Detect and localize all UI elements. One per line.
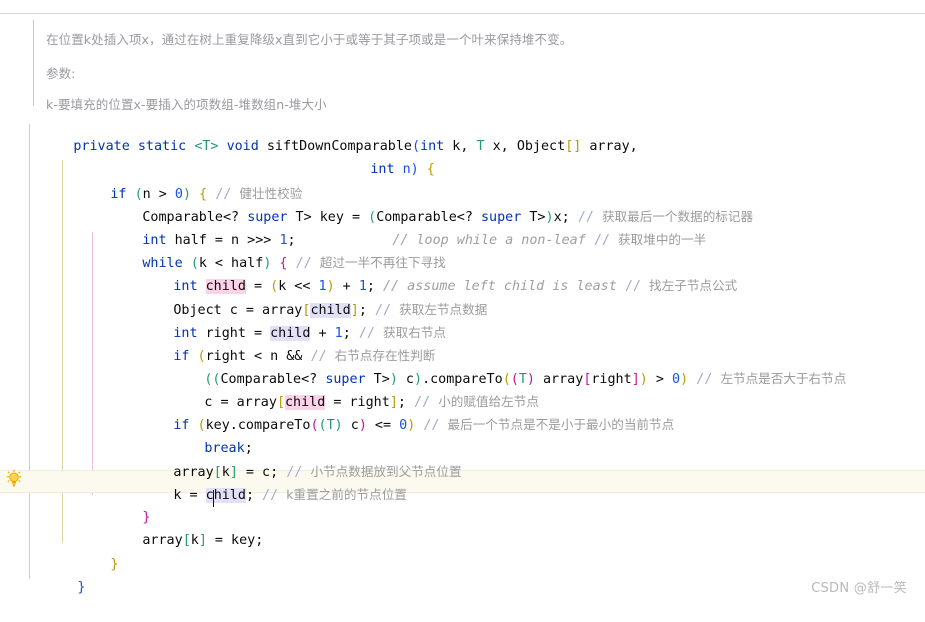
code-line-15: array[k] = c; // 小节点数据放到父节点位置 — [0, 437, 925, 480]
code-line-17: } — [0, 483, 925, 525]
code-line-10: if (right < n && // 右节点存在性判断 — [0, 321, 925, 364]
code-line-9: int right = child + 1; // 获取右节点 — [0, 298, 925, 341]
closing-brace-method: } — [77, 579, 86, 595]
code-line-6: while (k < half) { // 超过一半不再往下寻找 — [0, 228, 925, 271]
javadoc-params-list: k-要填充的位置x-要插入的项数组-堆数组n-堆大小 — [46, 97, 327, 112]
code-line-8: Object c = array[child]; // 获取左节点数据 — [0, 274, 925, 318]
code-line-19: } — [0, 529, 925, 572]
editor-window: 在位置k处插入项x，通过在树上重复降级x直到它小于或等于其子项或是一个叶来保持堆… — [0, 0, 925, 607]
code-line-2: int n) { — [0, 135, 925, 177]
code-line-3: if (n > 0) { // 健壮性校验 — [0, 158, 925, 202]
editor-top-divider — [0, 13, 925, 14]
code-line-4: Comparable<? super T> key = (Comparable<… — [0, 182, 925, 225]
code-line-18: array[k] = key; — [0, 506, 925, 548]
editor-top-strip — [0, 0, 925, 13]
code-line-12: c = array[child = right]; // 小的赋值给左节点 — [0, 367, 925, 411]
javadoc-quote-bar — [33, 20, 34, 106]
code-area[interactable]: private static <T> void siftDownComparab… — [0, 112, 925, 595]
code-line-13: if (key.compareTo((T) c) <= 0) // 最后一个节点… — [0, 390, 925, 433]
javadoc-params-heading: 参数: — [46, 66, 76, 81]
watermark: CSDN @舒一笑 — [811, 581, 907, 596]
code-line-11: ((Comparable<? super T>) c).compareTo((T… — [0, 344, 925, 387]
javadoc-description: 在位置k处插入项x，通过在树上重复降级x直到它小于或等于其子项或是一个叶来保持堆… — [46, 32, 573, 47]
code-line-20: } — [0, 553, 925, 595]
code-line-14: break; — [0, 413, 925, 456]
code-line-5: int half = n >>> 1; // loop while a non-… — [0, 205, 925, 248]
code-line-1: private static <T> void siftDownComparab… — [0, 112, 925, 154]
code-line-7: int child = (k << 1) + 1; // assume left… — [0, 251, 925, 295]
code-line-16: k = child; // k重置之前的节点位置 — [0, 460, 925, 508]
javadoc-panel: 在位置k处插入项x，通过在树上重复降级x直到它小于或等于其子项或是一个叶来保持堆… — [33, 18, 633, 112]
